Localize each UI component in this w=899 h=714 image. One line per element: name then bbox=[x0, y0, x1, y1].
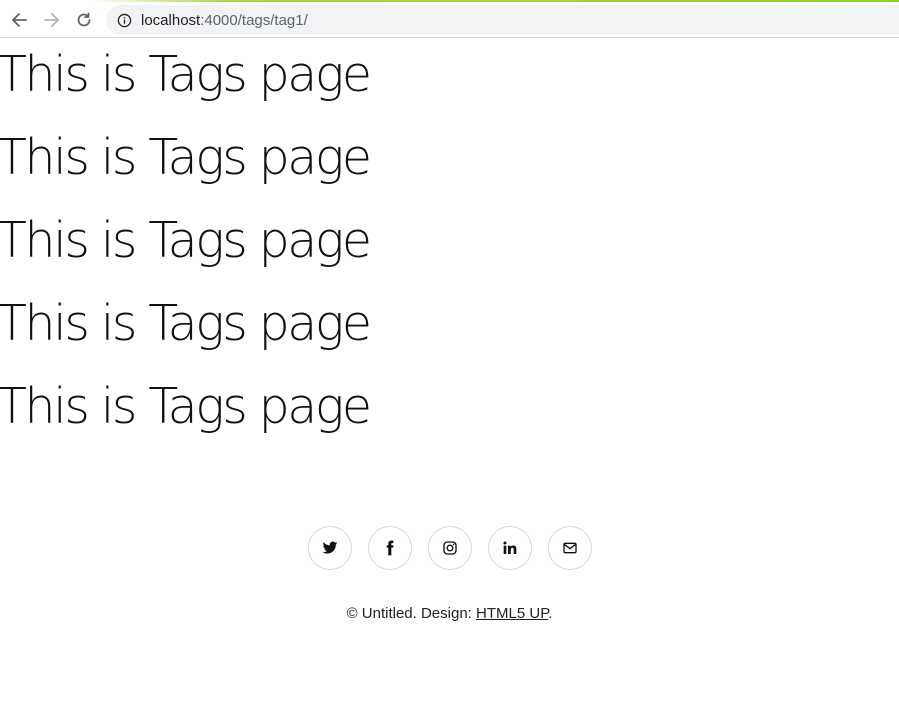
page-heading: This is Tags page bbox=[0, 295, 372, 352]
footer-suffix: . bbox=[548, 605, 553, 622]
address-bar[interactable]: localhost:4000/tags/tag1/ bbox=[106, 5, 899, 35]
twitter-link[interactable] bbox=[307, 526, 352, 570]
instagram-link[interactable] bbox=[427, 526, 472, 570]
page-heading: This is Tags page bbox=[0, 46, 372, 103]
url-host: localhost bbox=[141, 11, 201, 29]
arrow-right-icon bbox=[44, 13, 59, 27]
browser-toolbar: localhost:4000/tags/tag1/ bbox=[0, 2, 899, 38]
page-heading: This is Tags page bbox=[0, 378, 372, 435]
facebook-icon bbox=[386, 540, 394, 556]
reload-button[interactable] bbox=[70, 6, 98, 34]
email-link[interactable] bbox=[547, 526, 592, 570]
arrow-left-icon bbox=[12, 13, 27, 27]
footer-copyright: © Untitled. Design: HTML5 UP. bbox=[0, 605, 899, 622]
forward-button[interactable] bbox=[38, 6, 66, 34]
url-text: localhost:4000/tags/tag1/ bbox=[141, 12, 308, 29]
page-heading: This is Tags page bbox=[0, 129, 372, 186]
twitter-icon bbox=[322, 541, 337, 554]
url-path: :4000/tags/tag1/ bbox=[200, 11, 308, 29]
info-icon[interactable] bbox=[116, 12, 132, 28]
facebook-link[interactable] bbox=[367, 526, 412, 570]
envelope-icon bbox=[562, 542, 577, 554]
instagram-icon bbox=[442, 541, 457, 555]
reload-icon bbox=[77, 12, 91, 27]
back-button[interactable] bbox=[5, 6, 33, 34]
linkedin-link[interactable] bbox=[487, 526, 532, 570]
page-heading: This is Tags page bbox=[0, 212, 372, 269]
page-content: This is Tags page This is Tags page This… bbox=[0, 38, 899, 453]
footer-prefix: © Untitled. Design: bbox=[346, 605, 477, 622]
linkedin-icon bbox=[502, 541, 516, 554]
social-links bbox=[0, 526, 899, 570]
html5up-link[interactable]: HTML5 UP bbox=[476, 605, 548, 622]
